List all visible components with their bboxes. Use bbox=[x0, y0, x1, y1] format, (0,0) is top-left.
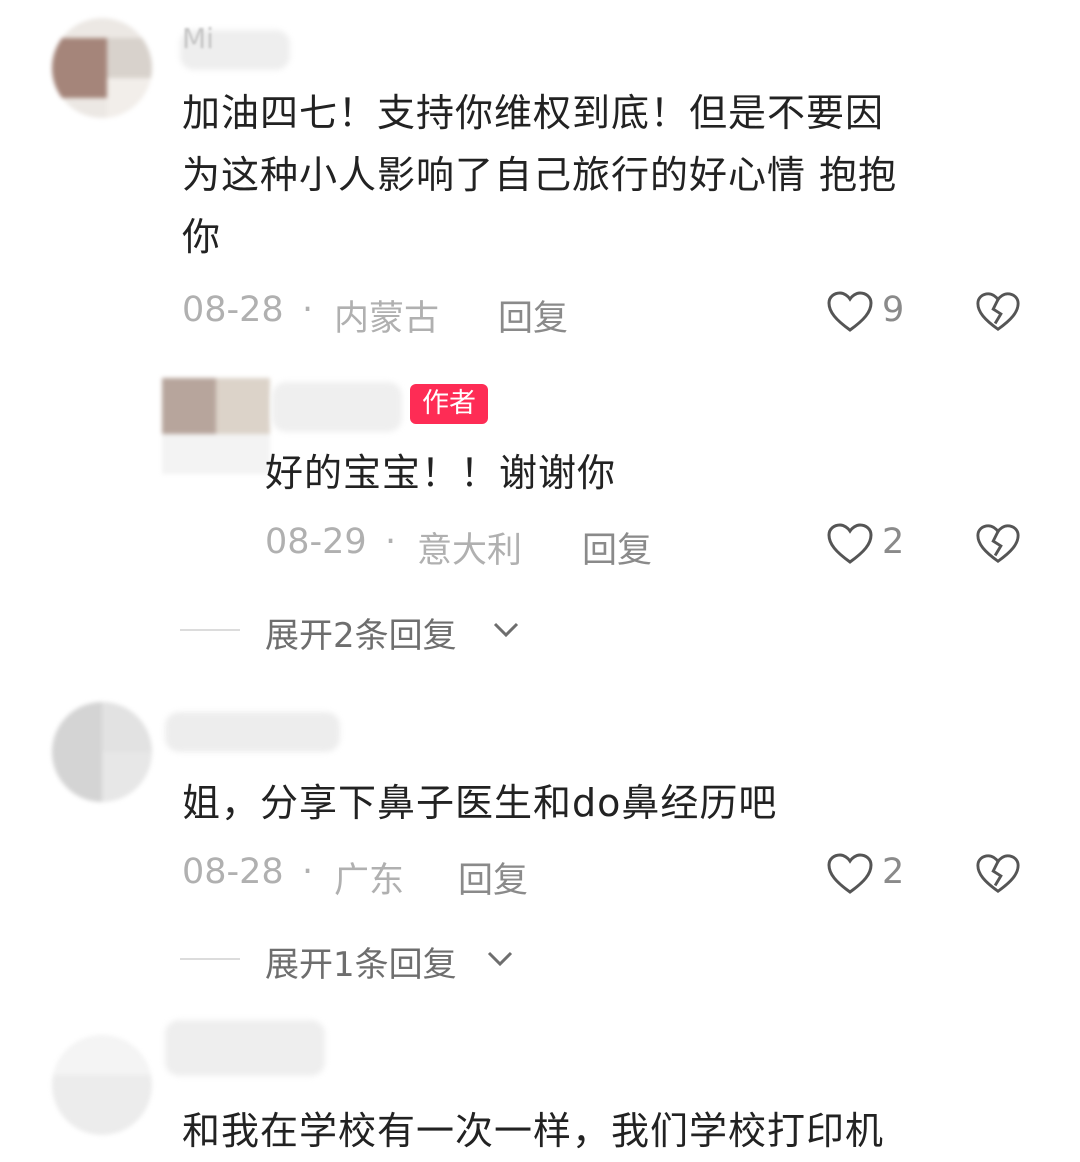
expand-replies-label[interactable]: 展开1条回复 bbox=[265, 937, 457, 986]
expand-replies-label[interactable]: 展开2条回复 bbox=[265, 608, 457, 657]
reply-button[interactable]: 回复 bbox=[582, 522, 652, 573]
broken-heart-icon[interactable] bbox=[975, 290, 1021, 334]
meta-separator: · bbox=[302, 852, 314, 892]
heart-outline-icon[interactable] bbox=[826, 852, 874, 896]
reply-button[interactable]: 回复 bbox=[498, 290, 568, 341]
meta-separator: · bbox=[302, 290, 314, 330]
avatar[interactable] bbox=[52, 1035, 152, 1135]
comment-location: 广东 bbox=[334, 861, 405, 901]
reply-button[interactable]: 回复 bbox=[458, 852, 528, 903]
comment-text: 姐，分享下鼻子医生和do鼻经历吧 bbox=[182, 781, 778, 825]
reply-date: 08-29 bbox=[265, 522, 367, 562]
username[interactable]: Mi bbox=[182, 22, 214, 55]
divider bbox=[180, 629, 240, 631]
username-blurred[interactable] bbox=[165, 1020, 325, 1076]
avatar[interactable] bbox=[52, 702, 152, 802]
reply-avatar[interactable] bbox=[160, 378, 270, 488]
reply-location: 意大利 bbox=[417, 531, 523, 571]
comment-date: 08-28 bbox=[182, 290, 284, 330]
author-badge: 作者 bbox=[410, 384, 488, 424]
chevron-down-icon[interactable] bbox=[487, 951, 513, 967]
broken-heart-icon[interactable] bbox=[975, 522, 1021, 566]
chevron-down-icon[interactable] bbox=[493, 622, 519, 638]
reply-username-blurred[interactable] bbox=[272, 382, 402, 432]
comment-text: 加油四七！支持你维权到底！但是不要因 为这种小人影响了自己旅行的好心情 抱抱 你 bbox=[182, 91, 898, 259]
comment-location: 内蒙古 bbox=[334, 299, 440, 339]
like-count: 2 bbox=[882, 522, 905, 562]
like-count: 2 bbox=[882, 852, 905, 892]
reply-text: 好的宝宝！！谢谢你 bbox=[265, 451, 617, 495]
avatar[interactable] bbox=[52, 18, 152, 118]
comment-date: 08-28 bbox=[182, 852, 284, 892]
comment-text: 和我在学校有一次一样，我们学校打印机 bbox=[182, 1109, 885, 1153]
heart-outline-icon[interactable] bbox=[826, 290, 874, 334]
broken-heart-icon[interactable] bbox=[975, 852, 1021, 896]
username-blurred[interactable] bbox=[165, 712, 340, 752]
heart-outline-icon[interactable] bbox=[826, 522, 874, 566]
meta-separator: · bbox=[385, 522, 397, 562]
divider bbox=[180, 958, 240, 960]
like-count: 9 bbox=[882, 290, 905, 330]
